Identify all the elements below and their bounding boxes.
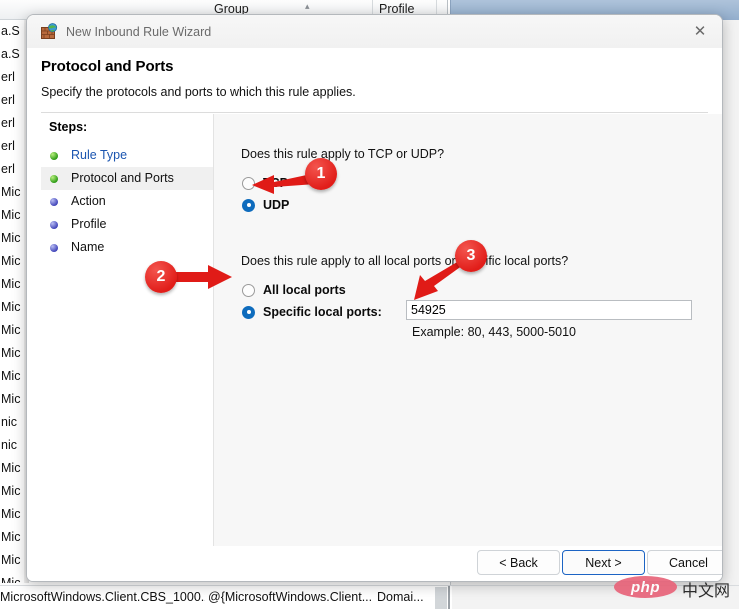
specific-local-ports-radio[interactable]: Specific local ports: <box>242 303 382 321</box>
dialog-body: Steps: Rule Type Protocol and Ports Action… <box>27 114 722 546</box>
dialog-titlebar[interactable]: New Inbound Rule Wizard ✕ <box>27 15 722 48</box>
close-icon[interactable]: ✕ <box>678 15 722 47</box>
annotation-marker-3: 3 <box>455 240 487 272</box>
step-label: Name <box>71 240 105 254</box>
firewall-globe-icon <box>41 23 58 40</box>
step-bullet-icon <box>50 152 58 160</box>
annotation-marker-2: 2 <box>145 261 177 293</box>
watermark-badge: php <box>614 576 677 598</box>
step-label: Profile <box>71 217 107 231</box>
protocol-question: Does this rule apply to TCP or UDP? <box>241 147 445 161</box>
step-label: Rule Type <box>71 148 128 162</box>
dialog-title: New Inbound Rule Wizard <box>66 25 212 39</box>
new-inbound-rule-wizard-dialog: New Inbound Rule Wizard ✕ Protocol and P… <box>26 14 723 582</box>
page-title: Protocol and Ports <box>41 58 174 75</box>
cancel-button[interactable]: Cancel <box>647 550 722 575</box>
udp-radio-indicator[interactable] <box>242 198 255 212</box>
all-local-ports-radio[interactable]: All local ports <box>242 281 346 299</box>
step-bullet-icon <box>50 244 58 252</box>
step-item-protocol-and-ports[interactable]: Protocol and Ports <box>41 167 213 190</box>
bottom-cell-profile: Domai... <box>377 590 424 604</box>
step-label: Protocol and Ports <box>71 171 174 185</box>
step-label: Action <box>71 194 106 208</box>
port-example-hint: Example: 80, 443, 5000-5010 <box>412 325 577 339</box>
specific-local-ports-label: Specific local ports: <box>263 305 382 319</box>
bottom-row-separator <box>435 587 447 609</box>
step-bullet-icon <box>50 221 58 229</box>
step-bullet-icon <box>50 175 58 183</box>
next-button[interactable]: Next > <box>562 550 645 575</box>
header-divider <box>41 112 708 113</box>
udp-radio[interactable]: UDP <box>242 196 289 214</box>
udp-radio-label: UDP <box>263 198 290 212</box>
all-local-ports-radio-indicator[interactable] <box>242 283 255 297</box>
page-subtitle: Specify the protocols and ports to which… <box>41 85 356 99</box>
annotation-arrow-2 <box>172 265 232 289</box>
step-item-action[interactable]: Action <box>41 190 213 213</box>
dialog-header: Protocol and Ports Specify the protocols… <box>27 48 722 114</box>
step-item-profile[interactable]: Profile <box>41 213 213 236</box>
all-local-ports-label: All local ports <box>263 283 346 297</box>
back-button[interactable]: < Back <box>477 550 560 575</box>
annotation-marker-1: 1 <box>305 158 337 190</box>
watermark-suffix: 中文网 <box>682 581 731 600</box>
watermark: php 中文网 <box>614 574 734 600</box>
ports-question: Does this rule apply to all local ports … <box>241 254 569 268</box>
steps-title: Steps: <box>49 120 88 134</box>
bottom-cell-group: @{MicrosoftWindows.Client... <box>208 590 373 604</box>
specific-local-ports-radio-indicator[interactable] <box>242 305 255 319</box>
step-bullet-icon <box>50 198 58 206</box>
step-item-rule-type[interactable]: Rule Type <box>41 144 213 167</box>
bottom-cell-name: MicrosoftWindows.Client.CBS_1000.22... <box>0 590 205 604</box>
step-item-name[interactable]: Name <box>41 236 213 259</box>
steps-list: Rule Type Protocol and Ports Action Profile… <box>41 144 213 259</box>
bottom-row-separator <box>448 586 450 609</box>
steps-panel: Steps: Rule Type Protocol and Ports Action… <box>41 114 213 546</box>
sort-caret-icon: ▴ <box>305 1 310 11</box>
watermark-brand: php <box>631 578 660 596</box>
